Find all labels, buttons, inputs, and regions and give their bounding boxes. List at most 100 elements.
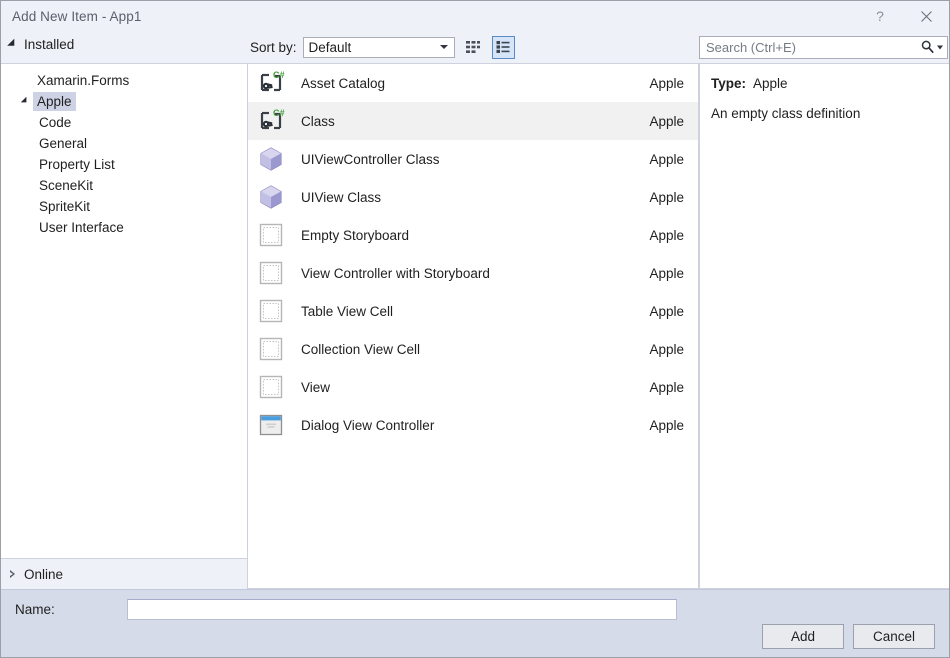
dialog-body: Xamarin.Forms Apple Code General Propert…	[1, 63, 949, 589]
dialog-title: Add New Item - App1	[1, 9, 141, 24]
grid-view-icon	[465, 39, 481, 55]
sidebar-group-installed[interactable]: Installed	[1, 31, 247, 58]
view-mode-grid-button[interactable]	[462, 36, 485, 59]
sort-by-label: Sort by:	[250, 40, 297, 55]
sidebar-item-xamarin-forms[interactable]: Xamarin.Forms	[1, 70, 247, 91]
storyboard-icon	[255, 333, 287, 365]
toolbar-left-spacer: Installed	[1, 31, 247, 63]
list-item-tag: Apple	[649, 418, 684, 433]
sidebar: Xamarin.Forms Apple Code General Propert…	[1, 63, 247, 589]
question-mark-icon: ?	[876, 8, 884, 24]
add-new-item-dialog: Add New Item - App1 ? Installed Sort by:	[0, 0, 950, 658]
details-type-row: Type:Apple	[711, 76, 939, 91]
storyboard-icon	[255, 219, 287, 251]
list-item-tag: Apple	[649, 228, 684, 243]
details-type-value: Apple	[753, 76, 788, 91]
storyboard-icon	[255, 295, 287, 327]
search-box[interactable]: Search (Ctrl+E)	[699, 36, 948, 59]
details-panel: Type:Apple An empty class definition	[699, 63, 949, 589]
search-input[interactable]: Search (Ctrl+E)	[700, 40, 796, 55]
chevron-down-icon	[21, 96, 29, 104]
toolbar-sort-controls: Sort by: Default	[247, 31, 699, 63]
dialog-footer: Name: Add Cancel	[1, 589, 949, 657]
sidebar-item-label: General	[35, 134, 91, 153]
sidebar-group-installed-label: Installed	[24, 37, 74, 52]
search-icon[interactable]	[920, 40, 935, 55]
sidebar-group-online-label: Online	[24, 567, 63, 582]
list-view-icon	[495, 39, 511, 55]
close-icon	[920, 10, 933, 23]
sidebar-item-spritekit[interactable]: SpriteKit	[1, 196, 247, 217]
toolbar-search-area: Search (Ctrl+E)	[699, 31, 949, 63]
sidebar-item-scenekit[interactable]: SceneKit	[1, 175, 247, 196]
list-item-name: View Controller with Storyboard	[301, 266, 649, 281]
list-item-tag: Apple	[649, 342, 684, 357]
list-item-tag: Apple	[649, 152, 684, 167]
list-item-name: UIViewController Class	[301, 152, 649, 167]
list-item[interactable]: Dialog View Controller Apple	[248, 406, 698, 444]
list-item-tag: Apple	[649, 266, 684, 281]
dialog-toolbar: Installed Sort by: Default	[1, 31, 949, 63]
sidebar-item-label: Code	[35, 113, 75, 132]
sidebar-item-apple[interactable]: Apple	[1, 91, 247, 112]
list-item[interactable]: Table View Cell Apple	[248, 292, 698, 330]
list-item[interactable]: UIViewController Class Apple	[248, 140, 698, 178]
csharp-class-icon: C#	[255, 105, 287, 137]
list-item[interactable]: Empty Storyboard Apple	[248, 216, 698, 254]
chevron-right-icon	[10, 570, 15, 578]
list-item-tag: Apple	[649, 304, 684, 319]
add-button[interactable]: Add	[762, 624, 844, 649]
list-item-name: Class	[301, 114, 649, 129]
sidebar-item-label: Xamarin.Forms	[33, 71, 133, 90]
list-item[interactable]: View Apple	[248, 368, 698, 406]
sidebar-item-property-list[interactable]: Property List	[1, 154, 247, 175]
name-label: Name:	[15, 602, 127, 617]
storyboard-icon	[255, 371, 287, 403]
sidebar-item-label: Apple	[33, 92, 76, 111]
list-item[interactable]: UIView Class Apple	[248, 178, 698, 216]
sidebar-item-code[interactable]: Code	[1, 112, 247, 133]
sidebar-item-label: Property List	[35, 155, 119, 174]
cube-icon	[255, 181, 287, 213]
list-item[interactable]: Collection View Cell Apple	[248, 330, 698, 368]
name-row: Name:	[1, 590, 949, 620]
name-input[interactable]	[127, 599, 677, 620]
help-button[interactable]: ?	[857, 1, 903, 31]
footer-buttons: Add Cancel	[762, 624, 935, 649]
list-item-tag: Apple	[649, 114, 684, 129]
list-item-name: Table View Cell	[301, 304, 649, 319]
sidebar-item-label: User Interface	[35, 218, 128, 237]
sort-by-select[interactable]: Default	[303, 37, 455, 58]
sidebar-item-label: SceneKit	[35, 176, 97, 195]
sidebar-item-label: SpriteKit	[35, 197, 94, 216]
chevron-down-icon	[7, 38, 18, 49]
sidebar-item-user-interface[interactable]: User Interface	[1, 217, 247, 238]
list-item-name: Collection View Cell	[301, 342, 649, 357]
svg-text:C#: C#	[273, 70, 285, 80]
expander-apple[interactable]	[17, 99, 33, 105]
sidebar-item-general[interactable]: General	[1, 133, 247, 154]
chevron-down-icon	[440, 45, 448, 49]
list-item[interactable]: View Controller with Storyboard Apple	[248, 254, 698, 292]
titlebar-buttons: ?	[857, 1, 949, 31]
list-item-tag: Apple	[649, 76, 684, 91]
list-item-name: Asset Catalog	[301, 76, 649, 91]
search-box-icons	[920, 40, 943, 55]
sidebar-group-online[interactable]: Online	[1, 559, 247, 589]
view-mode-list-button[interactable]	[492, 36, 515, 59]
sort-by-value: Default	[304, 40, 352, 55]
list-item-tag: Apple	[649, 190, 684, 205]
close-button[interactable]	[903, 1, 949, 31]
list-item[interactable]: C# Asset Catalog Apple	[248, 64, 698, 102]
details-description: An empty class definition	[711, 105, 939, 122]
cancel-button[interactable]: Cancel	[853, 624, 935, 649]
list-item-name: Empty Storyboard	[301, 228, 649, 243]
list-item-name: View	[301, 380, 649, 395]
storyboard-icon	[255, 257, 287, 289]
list-item-name: UIView Class	[301, 190, 649, 205]
list-item-tag: Apple	[649, 380, 684, 395]
list-item-name: Dialog View Controller	[301, 418, 649, 433]
chevron-down-icon[interactable]	[937, 45, 943, 49]
csharp-class-icon: C#	[255, 67, 287, 99]
list-item[interactable]: C# Class Apple	[248, 102, 698, 140]
